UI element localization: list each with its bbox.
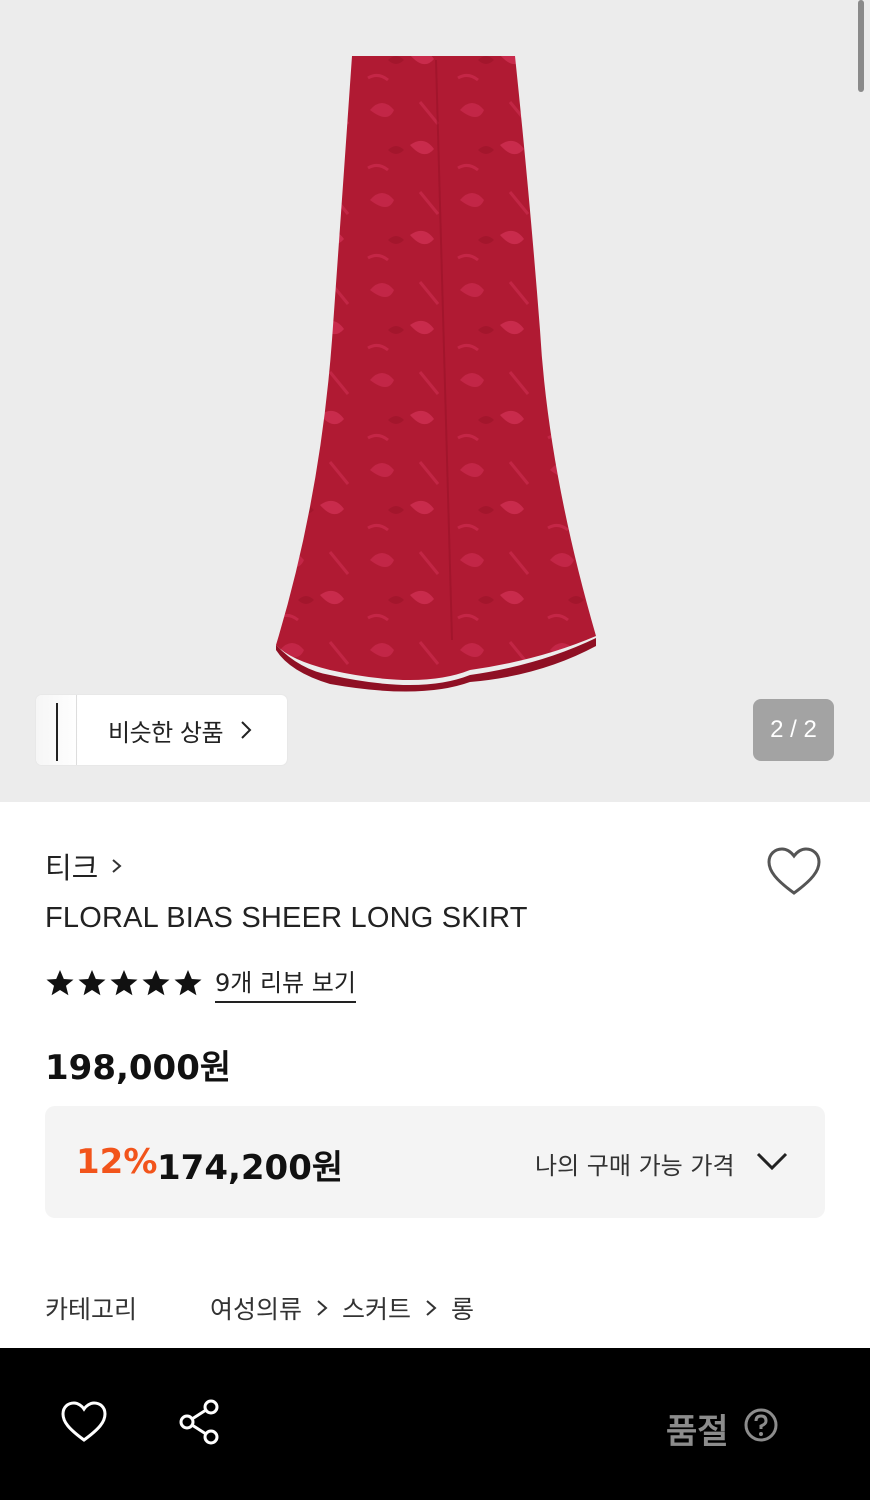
category-breadcrumb: 카테고리 여성의류 스커트 롱 [45, 1290, 474, 1326]
chevron-right-icon [241, 721, 252, 739]
brand-name: 티크 [45, 851, 99, 885]
sale-price: 174,200원 [157, 1148, 344, 1188]
bottom-action-bar: 품절 [0, 1348, 870, 1500]
my-price-dropdown[interactable]: 12% 174,200원 나의 구매 가능 가격 [45, 1106, 825, 1218]
heart-icon[interactable] [766, 846, 822, 898]
star-icon [78, 970, 106, 996]
category-label: 카테고리 [45, 1295, 138, 1324]
heart-icon[interactable] [60, 1400, 108, 1444]
chevron-right-icon [112, 859, 122, 873]
chevron-right-icon [426, 1300, 437, 1316]
my-price-label: 나의 구매 가능 가격 [535, 1152, 735, 1180]
star-icon [46, 970, 74, 996]
star-icon [110, 970, 138, 996]
chevron-right-icon [317, 1300, 328, 1316]
star-icon [174, 970, 202, 996]
brand-link[interactable]: 티크 [45, 845, 126, 887]
product-image-gallery[interactable]: 비슷한 상품 2 / 2 [0, 0, 870, 802]
sold-out-label: 품절 [666, 1412, 729, 1452]
star-rating [45, 968, 203, 998]
review-link[interactable]: 9개 리뷰 보기 [215, 963, 356, 1003]
help-icon[interactable] [744, 1408, 778, 1442]
category-crumb[interactable]: 여성의류 [210, 1290, 302, 1326]
chevron-down-icon [756, 1152, 788, 1171]
original-price: 198,000원 [45, 1048, 232, 1088]
scrollbar[interactable] [858, 0, 864, 92]
similar-products-label: 비슷한 상품 [108, 718, 224, 747]
share-icon[interactable] [176, 1398, 222, 1446]
category-crumb[interactable]: 스커트 [342, 1290, 411, 1326]
product-title: FLORAL BIAS SHEER LONG SKIRT [45, 902, 528, 934]
category-crumb[interactable]: 롱 [451, 1290, 474, 1326]
star-icon [142, 970, 170, 996]
product-image [276, 56, 596, 692]
similar-product-thumbnail [36, 695, 80, 765]
rating-row: 9개 리뷰 보기 [45, 963, 356, 1003]
similar-products-button[interactable]: 비슷한 상품 [36, 695, 287, 765]
image-page-counter: 2 / 2 [753, 699, 834, 761]
discount-rate: 12% [76, 1142, 158, 1182]
